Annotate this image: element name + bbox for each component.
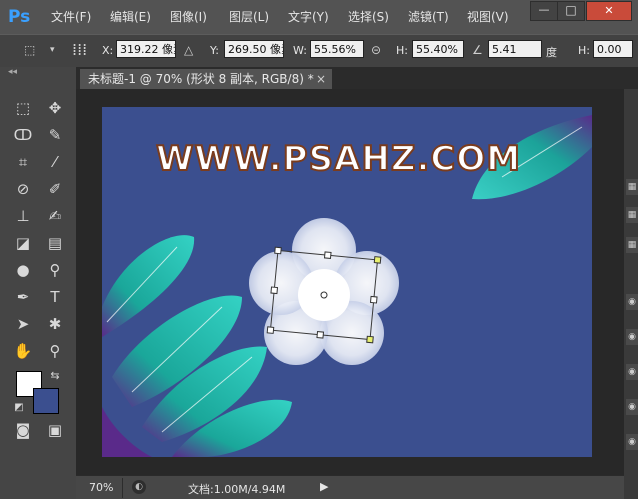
photoshop-window: Ps 文件(F) 编辑(E) 图像(I) 图层(L) 文字(Y) 选择(S) 滤… [0, 0, 638, 499]
screen-mode-icon[interactable]: ▣ [44, 419, 66, 441]
menu-filter[interactable]: 滤镜(T) [408, 9, 449, 25]
y-field[interactable]: 269.50 像素 [224, 40, 284, 58]
hskew-field[interactable]: 0.00 [593, 40, 633, 58]
close-tab-icon[interactable]: × [316, 69, 326, 89]
panel-tab-icon[interactable]: ◉ [626, 434, 638, 450]
panel-tab-icon[interactable]: ▦ [626, 179, 638, 195]
menu-layer[interactable]: 图层(L) [229, 9, 269, 25]
maximize-button[interactable]: □ [557, 1, 585, 21]
hskew-label: H: [578, 44, 590, 57]
default-colors-icon[interactable]: ◩ [8, 397, 30, 419]
path-selection-tool-icon[interactable]: ➤ [12, 313, 34, 335]
move-tool-icon[interactable]: ✥ [44, 97, 66, 119]
photoshop-logo: Ps [8, 7, 31, 27]
menu-image[interactable]: 图像(I) [170, 9, 207, 25]
angle-field[interactable]: 5.41 [488, 40, 542, 58]
options-bar: ⬚ ▾ ⁞⁞⁞ X: 319.22 像素 △ Y: 269.50 像素 W: 5… [0, 34, 638, 68]
status-menu-arrow-icon[interactable]: ▶ [320, 480, 328, 493]
document-canvas[interactable]: WWW.PSAHZ.COM [102, 107, 592, 457]
transform-tool-icon[interactable]: ⬚ [24, 43, 35, 57]
divider [122, 478, 123, 498]
eraser-tool-icon[interactable]: ◪ [12, 232, 34, 254]
panel-tab-icon[interactable]: ▦ [626, 207, 638, 223]
panel-tab-icon[interactable]: ◉ [626, 399, 638, 415]
crop-tool-icon[interactable]: ⌗ [12, 151, 34, 173]
dodge-tool-icon[interactable]: ⚲ [44, 259, 66, 281]
reference-point-icon[interactable]: ⁞⁞⁞ [72, 40, 87, 59]
y-label: Y: [210, 44, 219, 57]
h-label: H: [396, 44, 408, 57]
panel-tab-icon[interactable]: ◉ [626, 364, 638, 380]
panel-tab-icon[interactable]: ◉ [626, 329, 638, 345]
menu-file[interactable]: 文件(F) [51, 9, 91, 25]
lasso-tool-icon[interactable]: ↀ [12, 124, 34, 146]
clone-stamp-tool-icon[interactable]: ⊥ [12, 205, 34, 227]
chevron-down-icon[interactable]: ▾ [50, 45, 55, 55]
x-label: X: [102, 44, 114, 57]
document-info: 文档:1.00M/4.94M [188, 483, 286, 496]
status-bar: 70% ◐ 文档:1.00M/4.94M ▶ [76, 475, 624, 499]
brush-tool-icon[interactable]: ✐ [44, 178, 66, 200]
history-brush-tool-icon[interactable]: ✍ [44, 205, 66, 227]
document-tab-bar: 未标题-1 @ 70% (形状 8 副本, RGB/8) * × [76, 67, 638, 89]
menu-select[interactable]: 选择(S) [348, 9, 389, 25]
custom-shape-tool-icon[interactable]: ✱ [44, 313, 66, 335]
zoom-level[interactable]: 70% [89, 481, 113, 494]
collapse-toolbox-icon[interactable]: ◂◂ [8, 67, 17, 77]
panel-tab-icon[interactable]: ◉ [626, 294, 638, 310]
toolbox: ◂◂ ⬚ ✥ ↀ ✎ ⌗ ⁄ ⊘ ✐ ⊥ ✍ ◪ ▤ ● ⚲ ✒ T ➤ ✱ ✋… [0, 67, 76, 499]
document-title: 未标题-1 @ 70% (形状 8 副本, RGB/8) * [88, 72, 314, 86]
close-button[interactable]: ✕ [586, 1, 632, 21]
background-color-swatch[interactable] [33, 388, 59, 414]
panel-tab-icon[interactable]: ▦ [626, 237, 638, 253]
menu-bar: Ps 文件(F) 编辑(E) 图像(I) 图层(L) 文字(Y) 选择(S) 滤… [0, 0, 638, 34]
workspace: WWW.PSAHZ.COM [76, 89, 624, 475]
right-panel-strip: ▦ ▦ ▦ ◉ ◉ ◉ ◉ ◉ [624, 89, 638, 499]
status-settings-icon[interactable]: ◐ [132, 480, 146, 494]
quick-mask-icon[interactable]: ◙ [12, 419, 34, 441]
rotate-icon: ∠ [472, 43, 483, 57]
swap-colors-icon[interactable]: ⇆ [44, 365, 66, 387]
gradient-tool-icon[interactable]: ▤ [44, 232, 66, 254]
healing-brush-tool-icon[interactable]: ⊘ [12, 178, 34, 200]
type-tool-icon[interactable]: T [44, 286, 66, 308]
link-icon[interactable]: ⊝ [371, 43, 381, 57]
hand-tool-icon[interactable]: ✋ [12, 340, 34, 362]
menu-type[interactable]: 文字(Y) [288, 9, 329, 25]
x-field[interactable]: 319.22 像素 [116, 40, 176, 58]
quick-selection-tool-icon[interactable]: ✎ [44, 124, 66, 146]
width-field[interactable]: 55.56% [310, 40, 364, 58]
menu-view[interactable]: 视图(V) [467, 9, 509, 25]
document-tab[interactable]: 未标题-1 @ 70% (形状 8 副本, RGB/8) * × [80, 69, 332, 89]
watermark-text: WWW.PSAHZ.COM [155, 138, 522, 180]
marquee-tool-icon[interactable]: ⬚ [12, 97, 34, 119]
blur-tool-icon[interactable]: ● [12, 259, 34, 281]
delta-icon[interactable]: △ [184, 43, 193, 57]
pen-tool-icon[interactable]: ✒ [12, 286, 34, 308]
angle-unit: 度 [546, 46, 557, 59]
height-field[interactable]: 55.40% [412, 40, 464, 58]
eyedropper-tool-icon[interactable]: ⁄ [44, 151, 66, 173]
w-label: W: [293, 44, 307, 57]
minimize-button[interactable]: — [530, 1, 558, 21]
menu-edit[interactable]: 编辑(E) [110, 9, 151, 25]
zoom-tool-icon[interactable]: ⚲ [44, 340, 66, 362]
